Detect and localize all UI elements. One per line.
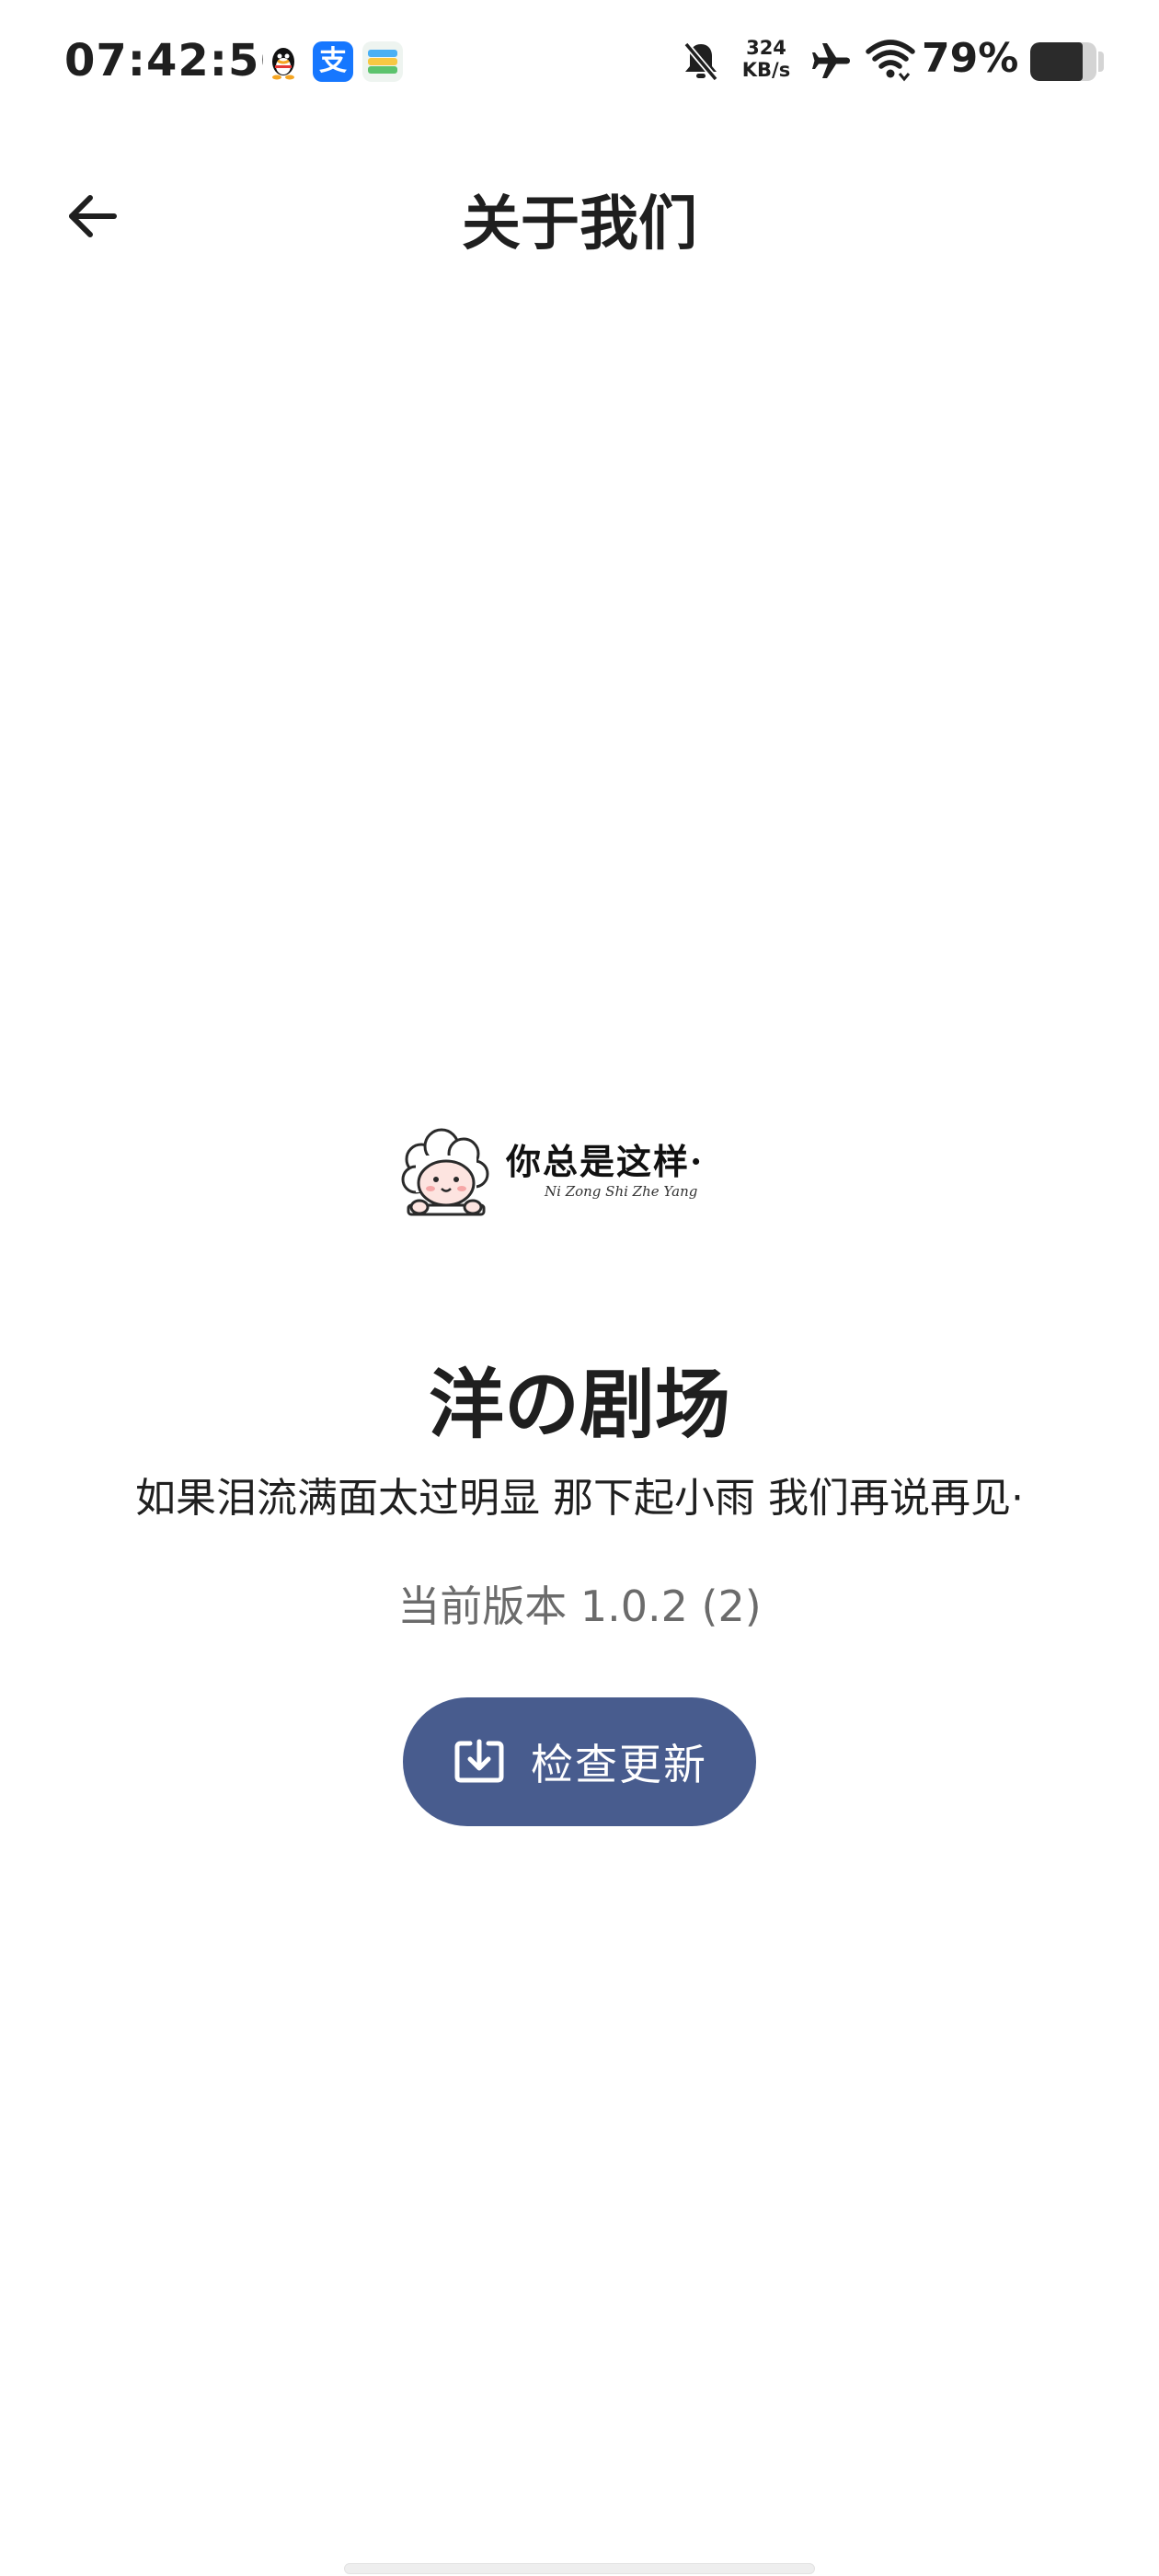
mute-bell-icon <box>681 39 721 86</box>
wifi-icon <box>865 37 916 88</box>
battery-cap <box>1098 52 1104 72</box>
logo-subtext: Ni Zong Shi Zhe Yang <box>545 1183 698 1200</box>
battery-icon <box>1030 42 1096 81</box>
battery-level-fill <box>1030 42 1083 81</box>
app-name: 洋の剧场 <box>428 1362 730 1449</box>
check-update-label: 检查更新 <box>531 1740 707 1789</box>
wallet-icon <box>362 41 403 82</box>
status-time: 07:42:56 <box>64 35 292 86</box>
app-version: 当前版本 1.0.2 (2) <box>397 1581 762 1631</box>
sheep-mascot-icon <box>396 1122 497 1229</box>
about-page: 07:42:56 支 324 KB/s 79% 关于我们 你总是这样· Ni Z… <box>0 0 1159 2576</box>
home-indicator[interactable] <box>344 2563 815 2574</box>
qq-icon <box>263 41 304 82</box>
download-box-icon <box>452 1734 507 1789</box>
alipay-icon: 支 <box>313 41 353 82</box>
status-indicators: 324 KB/s 79% <box>681 0 1159 125</box>
battery-percent: 79% <box>922 35 1019 82</box>
app-logo: 你总是这样· Ni Zong Shi Zhe Yang <box>396 1122 763 1225</box>
airplane-icon <box>809 39 854 86</box>
network-speed-value: 324 <box>746 37 786 59</box>
app-slogan: 如果泪流满面太过明显 那下起小雨 我们再说再见· <box>135 1475 1024 1522</box>
status-bar: 07:42:56 支 324 KB/s 79% <box>0 0 1159 125</box>
network-speed: 324 KB/s <box>734 37 798 81</box>
logo-text: 你总是这样· <box>506 1141 705 1182</box>
check-update-button[interactable]: 检查更新 <box>403 1697 756 1826</box>
network-speed-unit: KB/s <box>741 59 791 81</box>
page-title: 关于我们 <box>462 190 697 259</box>
